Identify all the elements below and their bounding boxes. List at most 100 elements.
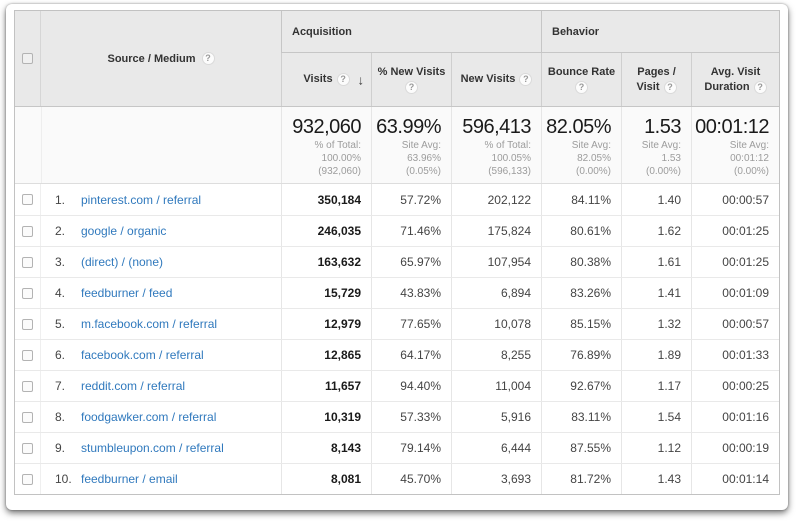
summary-sub-line: 1.53	[622, 153, 681, 165]
row-rank: 3.	[55, 255, 81, 269]
source-medium-link[interactable]: stumbleupon.com / referral	[81, 441, 224, 455]
bounce-rate-value: 85.15%	[541, 309, 621, 339]
row-checkbox[interactable]	[22, 319, 33, 330]
source-medium-link[interactable]: pinterest.com / referral	[81, 193, 201, 207]
source-medium-link[interactable]: reddit.com / referral	[81, 379, 185, 393]
summary-new-visits-value: 596,413	[452, 116, 531, 139]
summary-duration-value: 00:01:12	[692, 116, 769, 139]
row-checkbox[interactable]	[22, 381, 33, 392]
row-checkbox-cell	[15, 340, 41, 370]
row-checkbox-cell	[15, 464, 41, 494]
row-rank: 1.	[55, 193, 81, 207]
source-medium-label: Source / Medium	[107, 53, 195, 65]
column-header-avg-visit-duration[interactable]: Avg. Visit Duration ?	[691, 53, 779, 106]
column-header-bounce-rate[interactable]: Bounce Rate ?	[541, 53, 621, 106]
summary-sub-line: (0.00%)	[622, 166, 681, 178]
row-source-cell: 3. (direct) / (none)	[41, 247, 281, 277]
new-visits-value: 175,824	[451, 216, 541, 246]
row-rank: 7.	[55, 379, 81, 393]
bounce-rate-value: 92.67%	[541, 371, 621, 401]
new-visits-value: 11,004	[451, 371, 541, 401]
row-checkbox[interactable]	[22, 350, 33, 361]
summary-sub-line: 100.00%	[282, 153, 361, 165]
summary-sub-line: (0.00%)	[692, 166, 769, 178]
row-rank: 10.	[55, 472, 81, 486]
summary-sub-line: % of Total:	[282, 140, 361, 152]
help-icon[interactable]: ?	[202, 52, 215, 65]
pages-per-visit-value: 1.17	[621, 371, 691, 401]
row-rank: 9.	[55, 441, 81, 455]
pages-per-visit-value: 1.89	[621, 340, 691, 370]
help-icon[interactable]: ?	[405, 81, 418, 94]
summary-sub-line: 100.05%	[452, 153, 531, 165]
summary-sub-line: (0.05%)	[372, 166, 441, 178]
column-header-visits[interactable]: Visits ? ↓	[281, 53, 371, 106]
summary-sub-line: 63.96%	[372, 153, 441, 165]
pct-new-visits-value: 64.17%	[371, 340, 451, 370]
summary-avg-visit-duration: 00:01:12 Site Avg: 00:01:12 (0.00%)	[691, 107, 779, 183]
row-rank: 8.	[55, 410, 81, 424]
row-checkbox[interactable]	[22, 194, 33, 205]
header-right: Acquisition Behavior Visits ? ↓ % New Vi…	[281, 11, 779, 106]
row-rank: 6.	[55, 348, 81, 362]
column-header-pages-per-visit[interactable]: Pages / Visit ?	[621, 53, 691, 106]
column-header-pct-new-visits[interactable]: % New Visits ?	[371, 53, 451, 106]
summary-visits: 932,060 % of Total: 100.00% (932,060)	[281, 107, 371, 183]
column-header-new-visits[interactable]: New Visits ?	[451, 53, 541, 106]
source-medium-link[interactable]: facebook.com / referral	[81, 348, 204, 362]
row-checkbox[interactable]	[22, 257, 33, 268]
source-medium-table: Source / Medium ? Acquisition Behavior V…	[14, 10, 780, 495]
bounce-rate-value: 80.61%	[541, 216, 621, 246]
column-header-source-medium[interactable]: Source / Medium ?	[41, 11, 281, 106]
analytics-table-card: Source / Medium ? Acquisition Behavior V…	[6, 4, 788, 510]
bounce-rate-value: 83.11%	[541, 402, 621, 432]
source-medium-link[interactable]: google / organic	[81, 224, 166, 238]
table-body: 1. pinterest.com / referral 350,184 57.7…	[15, 184, 779, 494]
row-checkbox-cell	[15, 247, 41, 277]
new-visits-label: New Visits	[461, 73, 516, 86]
summary-sub-line: Site Avg:	[692, 140, 769, 152]
pct-new-visits-value: 79.14%	[371, 433, 451, 463]
source-medium-link[interactable]: m.facebook.com / referral	[81, 317, 217, 331]
help-icon[interactable]: ?	[754, 81, 767, 94]
pct-new-visits-value: 65.97%	[371, 247, 451, 277]
row-checkbox[interactable]	[22, 443, 33, 454]
row-checkbox[interactable]	[22, 288, 33, 299]
pages-per-visit-value: 1.12	[621, 433, 691, 463]
visits-value: 12,865	[281, 340, 371, 370]
visits-value: 163,632	[281, 247, 371, 277]
row-source-cell: 1. pinterest.com / referral	[41, 184, 281, 215]
help-icon[interactable]: ?	[575, 81, 588, 94]
row-checkbox-cell	[15, 278, 41, 308]
source-medium-link[interactable]: (direct) / (none)	[81, 255, 163, 269]
new-visits-value: 3,693	[451, 464, 541, 494]
source-medium-link[interactable]: foodgawker.com / referral	[81, 410, 216, 424]
summary-visits-value: 932,060	[282, 116, 361, 139]
sort-descending-icon: ↓	[358, 73, 365, 86]
source-medium-link[interactable]: feedburner / feed	[81, 286, 172, 300]
new-visits-value: 202,122	[451, 184, 541, 215]
summary-sub-line: (596,133)	[452, 166, 531, 178]
pct-new-visits-value: 43.83%	[371, 278, 451, 308]
visits-value: 11,657	[281, 371, 371, 401]
row-source-cell: 9. stumbleupon.com / referral	[41, 433, 281, 463]
table-row: 4. feedburner / feed 15,729 43.83% 6,894…	[15, 277, 779, 308]
help-icon[interactable]: ?	[519, 73, 532, 86]
row-source-cell: 2. google / organic	[41, 216, 281, 246]
select-all-checkbox[interactable]	[22, 53, 33, 64]
table-row: 10. feedburner / email 8,081 45.70% 3,69…	[15, 463, 779, 494]
header-columns-row: Visits ? ↓ % New Visits ? New Visits ?	[281, 53, 779, 106]
visits-value: 8,081	[281, 464, 371, 494]
table-row: 9. stumbleupon.com / referral 8,143 79.1…	[15, 432, 779, 463]
row-checkbox[interactable]	[22, 412, 33, 423]
row-checkbox-cell	[15, 216, 41, 246]
row-checkbox[interactable]	[22, 474, 33, 485]
source-medium-link[interactable]: feedburner / email	[81, 472, 178, 486]
summary-sub-line: (932,060)	[282, 166, 361, 178]
help-icon[interactable]: ?	[337, 73, 350, 86]
avg-visit-duration-value: 00:01:33	[691, 340, 779, 370]
bounce-rate-value: 87.55%	[541, 433, 621, 463]
visits-value: 246,035	[281, 216, 371, 246]
row-checkbox[interactable]	[22, 226, 33, 237]
help-icon[interactable]: ?	[664, 81, 677, 94]
